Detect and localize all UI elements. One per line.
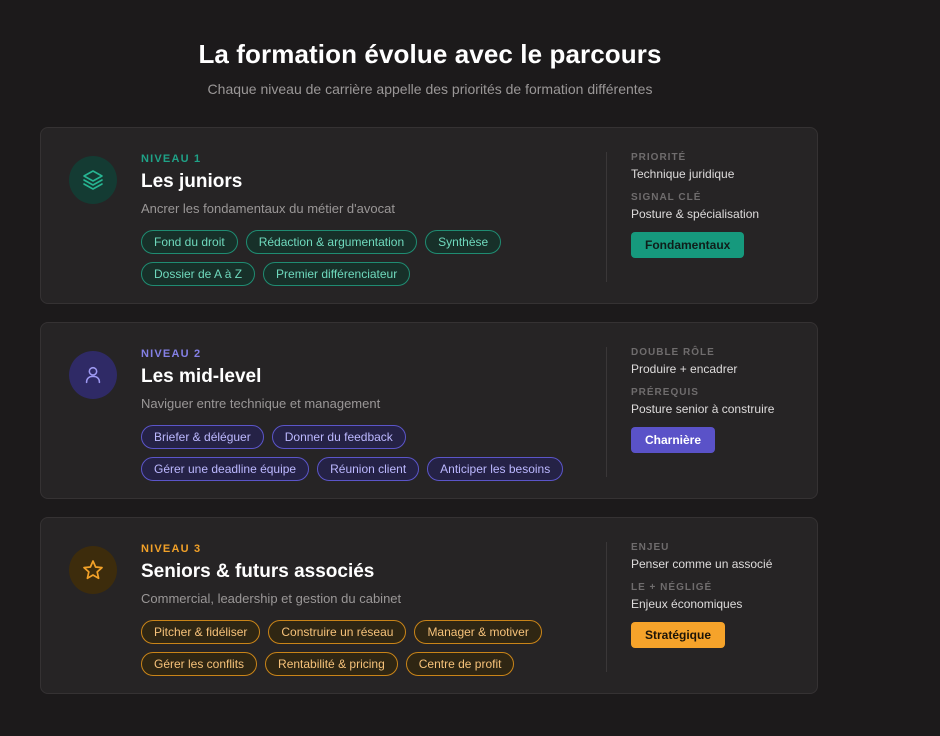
divider [606, 152, 607, 282]
card-main: NIVEAU 2 Les mid-level Naviguer entre te… [141, 347, 581, 481]
side-label: ENJEU [631, 542, 670, 553]
tag: Fond du droit [141, 230, 238, 254]
side-value: Posture senior à construire [631, 402, 775, 416]
level-label: NIVEAU 1 [141, 153, 202, 165]
tag: Gérer les conflits [141, 652, 258, 676]
tag-list: Pitcher & fidéliser Construire un réseau… [141, 620, 581, 676]
card-main: NIVEAU 3 Seniors & futurs associés Comme… [141, 542, 581, 676]
tag: Rédaction & argumentation [245, 230, 418, 254]
level-card-seniors: NIVEAU 3 Seniors & futurs associés Comme… [40, 517, 818, 694]
tag: Manager & motiver [414, 620, 542, 644]
divider [606, 347, 607, 477]
side-value: Produire + encadrer [631, 362, 738, 376]
tag-list: Fond du droit Rédaction & argumentation … [141, 230, 581, 286]
card-description: Ancrer les fondamentaux du métier d'avoc… [141, 201, 395, 216]
page-header: La formation évolue avec le parcours Cha… [0, 38, 860, 98]
user-icon [69, 351, 117, 399]
card-title: Seniors & futurs associés [141, 561, 375, 582]
level-badge: Fondamentaux [631, 232, 745, 258]
side-label: PRÉREQUIS [631, 387, 699, 398]
tag: Dossier de A à Z [141, 262, 256, 286]
card-side: ENJEU Penser comme un associé LE + NÉGLI… [631, 542, 811, 648]
tag: Gérer une deadline équipe [141, 457, 310, 481]
star-icon [69, 546, 117, 594]
tag: Réunion client [317, 457, 420, 481]
level-label: NIVEAU 3 [141, 543, 202, 555]
side-value: Technique juridique [631, 167, 735, 181]
page-subtitle: Chaque niveau de carrière appelle des pr… [207, 81, 653, 97]
side-label: SIGNAL CLÉ [631, 192, 702, 203]
tag: Construire un réseau [268, 620, 407, 644]
level-badge: Charnière [631, 427, 716, 453]
tag: Premier différenciateur [263, 262, 411, 286]
card-description: Naviguer entre technique et management [141, 396, 381, 411]
page-title: La formation évolue avec le parcours [198, 39, 662, 69]
card-side: PRIORITÉ Technique juridique SIGNAL CLÉ … [631, 152, 811, 258]
divider [606, 542, 607, 672]
tag-list: Briefer & déléguer Donner du feedback Gé… [141, 425, 581, 481]
card-title: Les juniors [141, 171, 243, 192]
tag: Pitcher & fidéliser [141, 620, 261, 644]
level-label: NIVEAU 2 [141, 348, 202, 360]
side-value: Enjeux économiques [631, 597, 743, 611]
tag: Donner du feedback [271, 425, 406, 449]
card-description: Commercial, leadership et gestion du cab… [141, 591, 402, 606]
card-title: Les mid-level [141, 366, 262, 387]
card-main: NIVEAU 1 Les juniors Ancrer les fondamen… [141, 152, 581, 286]
tag: Centre de profit [405, 652, 515, 676]
tag: Synthèse [425, 230, 502, 254]
level-card-juniors: NIVEAU 1 Les juniors Ancrer les fondamen… [40, 127, 818, 304]
side-label: DOUBLE RÔLE [631, 347, 715, 358]
side-value: Penser comme un associé [631, 557, 773, 571]
level-badge: Stratégique [631, 622, 726, 648]
tag: Briefer & déléguer [141, 425, 264, 449]
tag: Rentabilité & pricing [265, 652, 398, 676]
side-label: PRIORITÉ [631, 152, 687, 163]
side-label: LE + NÉGLIGÉ [631, 582, 713, 593]
side-value: Posture & spécialisation [631, 207, 760, 221]
layers-icon [69, 156, 117, 204]
tag: Anticiper les besoins [427, 457, 564, 481]
level-card-mid-level: NIVEAU 2 Les mid-level Naviguer entre te… [40, 322, 818, 499]
card-side: DOUBLE RÔLE Produire + encadrer PRÉREQUI… [631, 347, 811, 453]
